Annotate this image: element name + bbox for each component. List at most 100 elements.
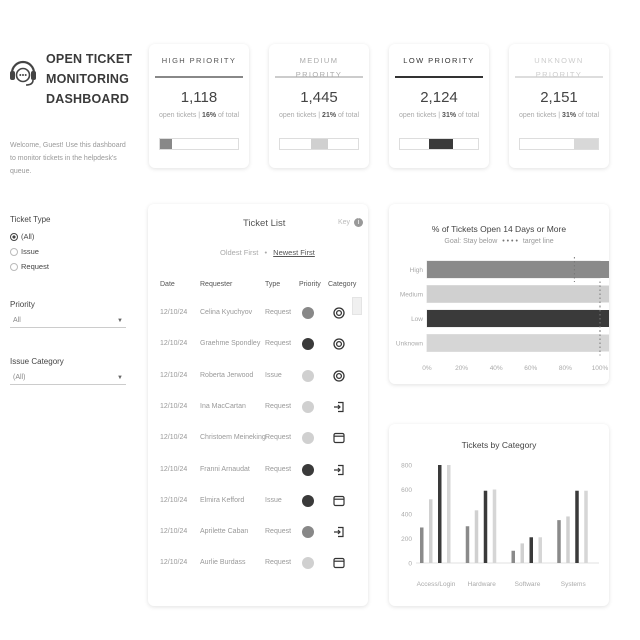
kpi-count: 2,151 [540, 89, 578, 106]
cell-requester: Franni Arnaudat [200, 465, 250, 473]
sort-oldest-link[interactable]: Oldest First [220, 248, 258, 257]
cell-date: 12/10/24 [160, 402, 188, 410]
priority-indicator [302, 432, 314, 445]
cell-date: 12/10/24 [160, 340, 188, 348]
category-label: High [410, 267, 424, 274]
table-row[interactable]: 12/10/24 Christoem Meineking Request [160, 431, 360, 462]
kpi-subtext: open tickets | 31% of total [398, 112, 480, 119]
column-priority: Priority [299, 281, 321, 288]
cell-type: Issue [265, 496, 282, 504]
kpi-subtext: open tickets | 21% of total [278, 112, 360, 119]
priority-indicator [302, 557, 314, 570]
tick-label: 400 [401, 512, 412, 519]
target-icon [333, 338, 345, 350]
radio-button[interactable] [10, 247, 18, 256]
welcome-text: Welcome, Guest! Use this dashboard to mo… [10, 142, 126, 175]
table-row[interactable]: 12/10/24 Graehme Spondley Request [160, 337, 360, 368]
category-bar-chart: 0 200 400 600 800 Access/Login Hardware Softwar… [401, 463, 599, 588]
priority-indicator [302, 338, 314, 351]
cell-date: 12/10/24 [160, 528, 188, 536]
bar[interactable] [420, 527, 424, 563]
column-category: Category [328, 281, 357, 288]
tick-label: 60% [524, 365, 537, 372]
cell-requester: Christoem Meineking [200, 434, 266, 442]
tick-label: 0% [422, 365, 432, 372]
column-requester: Requester [200, 281, 233, 288]
bar[interactable] [427, 334, 609, 352]
kpi-progress-bar [159, 138, 239, 150]
tick-label: 200 [401, 536, 412, 543]
category-label: Medium [400, 292, 423, 299]
category-label: Low [411, 316, 423, 323]
radio-option-issue[interactable]: Issue [10, 244, 49, 259]
cell-date: 12/10/24 [160, 309, 188, 316]
key-label: Key [338, 219, 351, 226]
aging-bar-chart: High Medium Low Unknown 0% 20% 40% 60% 80% 100% [396, 257, 609, 372]
aging-chart-legend: Goal: Stay below • • • • target line [389, 238, 609, 245]
login-icon [334, 526, 344, 538]
kpi-progress-fill [311, 139, 328, 149]
bar[interactable] [538, 537, 543, 563]
bar[interactable] [427, 261, 609, 278]
cell-type: Request [265, 340, 292, 348]
table-row[interactable]: 12/10/24 Franni Arnaudat Request [160, 463, 360, 494]
bar[interactable] [492, 489, 497, 564]
bar[interactable] [511, 550, 516, 563]
kpi-progress-fill [429, 139, 454, 149]
table-row[interactable]: 12/10/24 Aprilette Caban Request [160, 525, 360, 556]
category-label: Unknown [396, 341, 423, 348]
kpi-count: 2,124 [420, 89, 458, 106]
caret-down-icon: ▼ [117, 374, 123, 381]
key-toggle[interactable]: Key i [338, 218, 364, 227]
table-row[interactable]: 12/10/24 Celina Kyuchyov Request [160, 306, 360, 337]
cell-requester: Aurlie Burdass [200, 559, 246, 567]
cell-date: 12/10/24 [160, 371, 188, 379]
table-row[interactable]: 12/10/24 Elmira Kefford Issue [160, 494, 360, 525]
info-icon[interactable]: i [354, 218, 364, 227]
cell-date: 12/10/24 [160, 465, 188, 473]
radio-option-all[interactable]: (All) [10, 229, 49, 244]
table-row[interactable]: 12/10/24 Roberta Jerwood Issue [160, 369, 360, 400]
cell-type: Request [265, 559, 292, 567]
priority-indicator [302, 369, 314, 382]
bar[interactable] [474, 510, 479, 563]
bar[interactable] [483, 490, 488, 563]
window-icon [333, 495, 345, 506]
kpi-subtext: open tickets | 16% of total [158, 112, 240, 119]
bar[interactable] [427, 310, 609, 327]
radio-option-request[interactable]: Request [10, 259, 49, 274]
table-row[interactable]: 12/10/24 Ina MacCartan Request [160, 400, 360, 431]
kpi-count: 1,118 [180, 89, 218, 106]
bar[interactable] [429, 499, 433, 563]
column-type: Type [265, 281, 281, 288]
cell-type: Request [265, 528, 292, 536]
bar[interactable] [427, 285, 609, 303]
bar[interactable] [575, 490, 579, 563]
legend-goal-text: Goal: Stay below [444, 238, 498, 245]
bar[interactable] [465, 526, 470, 563]
sort-newest-link[interactable]: Newest First [273, 248, 315, 257]
bar[interactable] [447, 465, 451, 563]
headset-icon [10, 60, 36, 86]
radio-button[interactable] [10, 262, 18, 271]
bar[interactable] [520, 543, 525, 563]
bar[interactable] [529, 537, 534, 563]
target-icon [333, 307, 345, 319]
issue-category-select[interactable]: (All) ▼ [10, 371, 126, 385]
aging-chart-title: % of Tickets Open 14 Days or More [431, 224, 567, 234]
radio-label: Request [21, 262, 49, 271]
kpi-label: UNKNOWN PRIORITY [515, 54, 603, 79]
table-row[interactable]: 12/10/24 Aurlie Burdass Request [160, 556, 360, 587]
priority-indicator [302, 494, 314, 507]
cell-date: 12/10/24 [160, 559, 188, 567]
bar[interactable] [584, 490, 588, 563]
radio-button[interactable] [10, 232, 18, 241]
bar[interactable] [557, 520, 561, 563]
bar[interactable] [566, 516, 570, 563]
priority-select[interactable]: All ▼ [10, 314, 126, 328]
caret-down-icon: ▼ [117, 317, 123, 324]
kpi-card-high: HIGH PRIORITY 1,118 open tickets | 16% o… [149, 44, 249, 168]
cell-date: 12/10/24 [160, 496, 188, 504]
login-icon [334, 401, 344, 412]
bar[interactable] [438, 465, 442, 563]
